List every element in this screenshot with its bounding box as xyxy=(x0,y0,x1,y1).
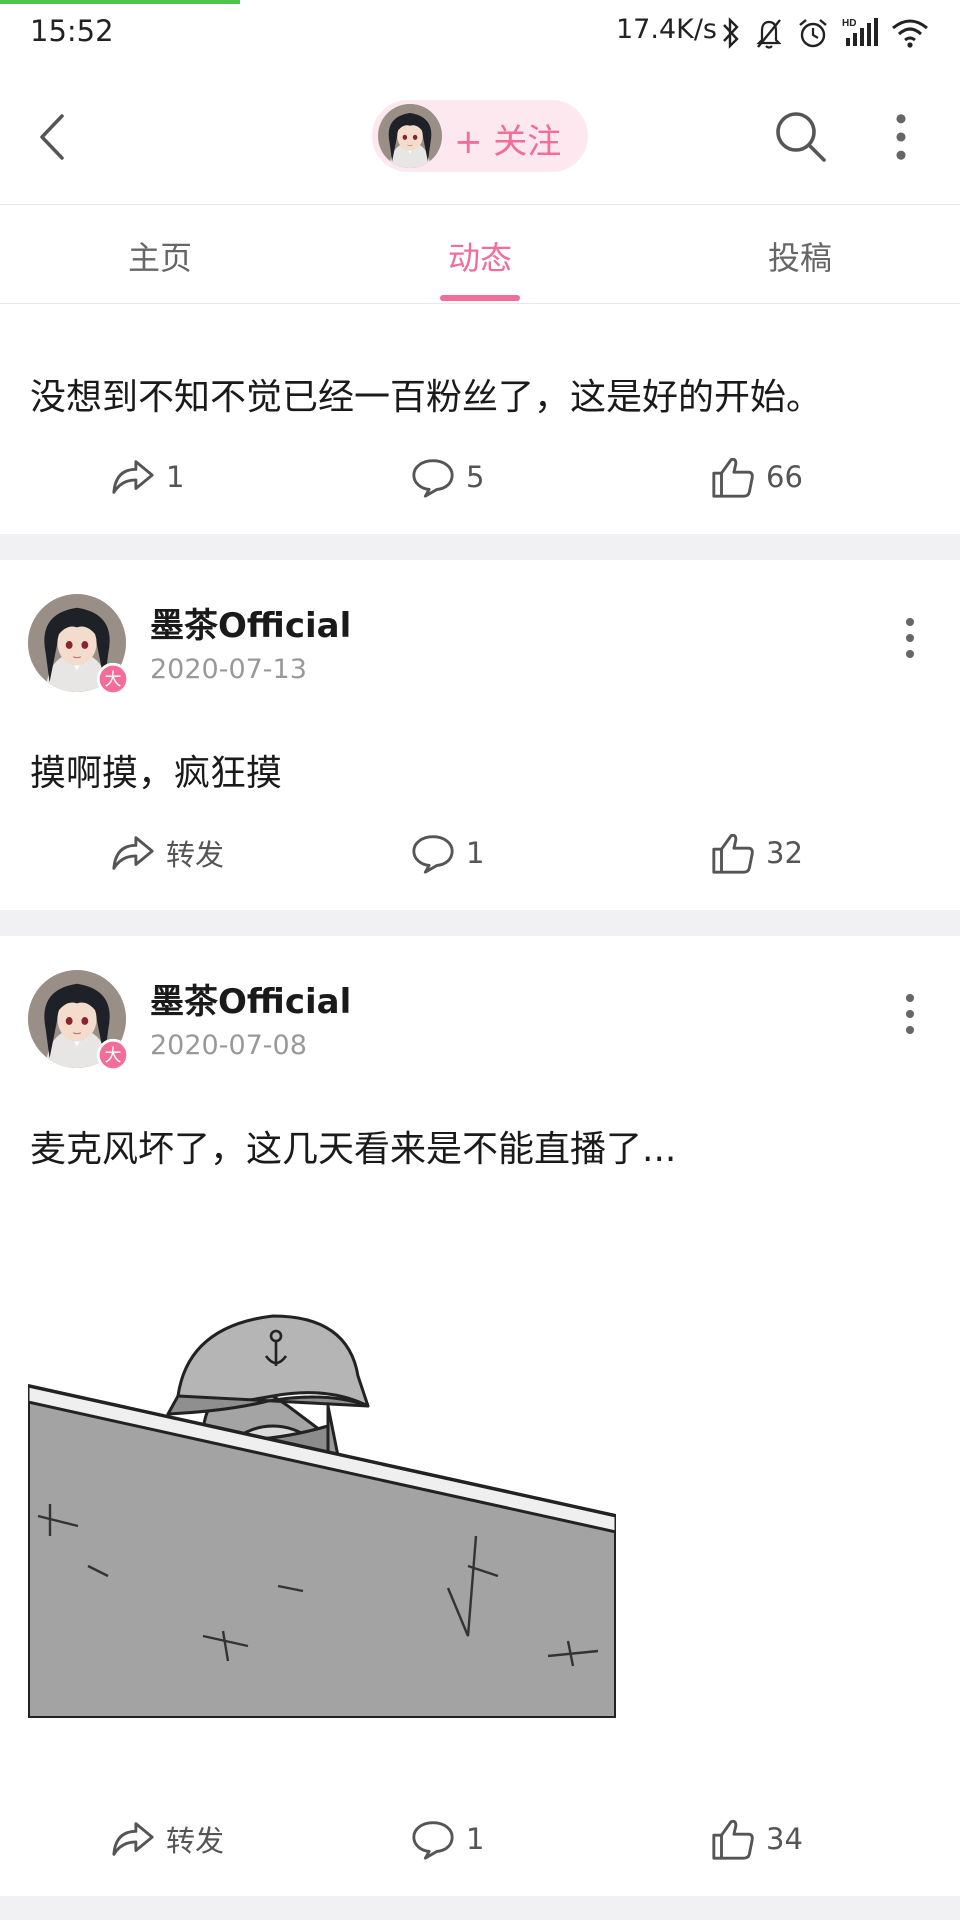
post-more-icon[interactable] xyxy=(898,992,922,1036)
like-count: 32 xyxy=(766,836,803,870)
post-text: 摸啊摸，疯狂摸 xyxy=(30,753,283,794)
thumbs-up-icon xyxy=(710,830,756,876)
vip-badge-icon xyxy=(96,662,130,696)
status-bar: 15:52 17.4K/s HD xyxy=(0,0,960,68)
post-date: 2020-07-08 xyxy=(150,1030,307,1061)
mute-bell-icon xyxy=(756,19,782,49)
thumbs-up-icon xyxy=(710,1816,756,1862)
comment-count: 1 xyxy=(466,1822,485,1856)
post-card: 没想到不知不觉已经一百粉丝了，这是好的开始。 1 5 66 xyxy=(0,304,960,534)
tab-dynamics[interactable]: 动态 xyxy=(380,233,580,279)
bluetooth-icon xyxy=(723,17,739,49)
comment-count: 5 xyxy=(466,460,485,494)
post-card: 墨茶Official 2020-07-08 麦克风坏了，这几天看来是不能直播了.… xyxy=(0,936,960,1896)
comment-icon xyxy=(410,1816,456,1862)
back-arrow-icon[interactable] xyxy=(30,110,78,164)
wifi-icon xyxy=(892,19,928,48)
author-name[interactable]: 墨茶Official xyxy=(150,598,351,647)
like-button[interactable]: 34 xyxy=(710,1816,803,1862)
top-bar: + 关注 xyxy=(0,68,960,205)
post-image[interactable] xyxy=(28,1236,616,1718)
page-load-progress-bar xyxy=(0,0,240,4)
post-text: 麦克风坏了，这几天看来是不能直播了... xyxy=(30,1129,677,1170)
vip-badge-icon xyxy=(96,1038,130,1072)
like-button[interactable]: 66 xyxy=(710,454,803,500)
status-time: 15:52 xyxy=(30,14,114,48)
comment-icon xyxy=(410,454,456,500)
tab-home[interactable]: 主页 xyxy=(60,233,260,279)
like-count: 66 xyxy=(766,460,803,494)
comment-count: 1 xyxy=(466,836,485,870)
svg-text:HD: HD xyxy=(842,18,856,29)
like-button[interactable]: 32 xyxy=(710,830,803,876)
author-name[interactable]: 墨茶Official xyxy=(150,974,351,1023)
hd-signal-icon: HD xyxy=(842,18,878,46)
search-icon[interactable] xyxy=(772,108,828,164)
repost-button[interactable]: 1 xyxy=(110,454,184,500)
repost-button[interactable]: 转发 xyxy=(110,1816,224,1862)
share-icon xyxy=(110,830,156,876)
repost-label: 转发 xyxy=(166,1824,225,1858)
share-icon xyxy=(110,454,156,500)
active-tab-indicator xyxy=(440,295,520,301)
thumbs-up-icon xyxy=(710,454,756,500)
follow-button[interactable]: + 关注 xyxy=(372,100,588,172)
share-icon xyxy=(110,1816,156,1862)
repost-count: 1 xyxy=(166,460,185,494)
post-more-icon[interactable] xyxy=(898,616,922,660)
tab-submissions[interactable]: 投稿 xyxy=(700,233,900,279)
comment-button[interactable]: 1 xyxy=(410,1816,484,1862)
comment-button[interactable]: 5 xyxy=(410,454,484,500)
like-count: 34 xyxy=(766,1822,803,1856)
repost-label: 转发 xyxy=(166,838,225,872)
follow-label: + 关注 xyxy=(454,122,562,162)
more-vertical-icon[interactable] xyxy=(886,112,916,162)
network-speed: 17.4K/s xyxy=(616,14,717,45)
alarm-icon xyxy=(799,19,827,48)
repost-button[interactable]: 转发 xyxy=(110,830,224,876)
user-avatar xyxy=(378,104,442,168)
post-card: 墨茶Official 2020-07-13 摸啊摸，疯狂摸 转发 1 32 xyxy=(0,560,960,910)
comment-button[interactable]: 1 xyxy=(410,830,484,876)
post-date: 2020-07-13 xyxy=(150,654,307,685)
post-text: 没想到不知不觉已经一百粉丝了，这是好的开始。 xyxy=(30,377,823,418)
profile-tabs: 主页 动态 投稿 xyxy=(0,205,960,304)
comment-icon xyxy=(410,830,456,876)
